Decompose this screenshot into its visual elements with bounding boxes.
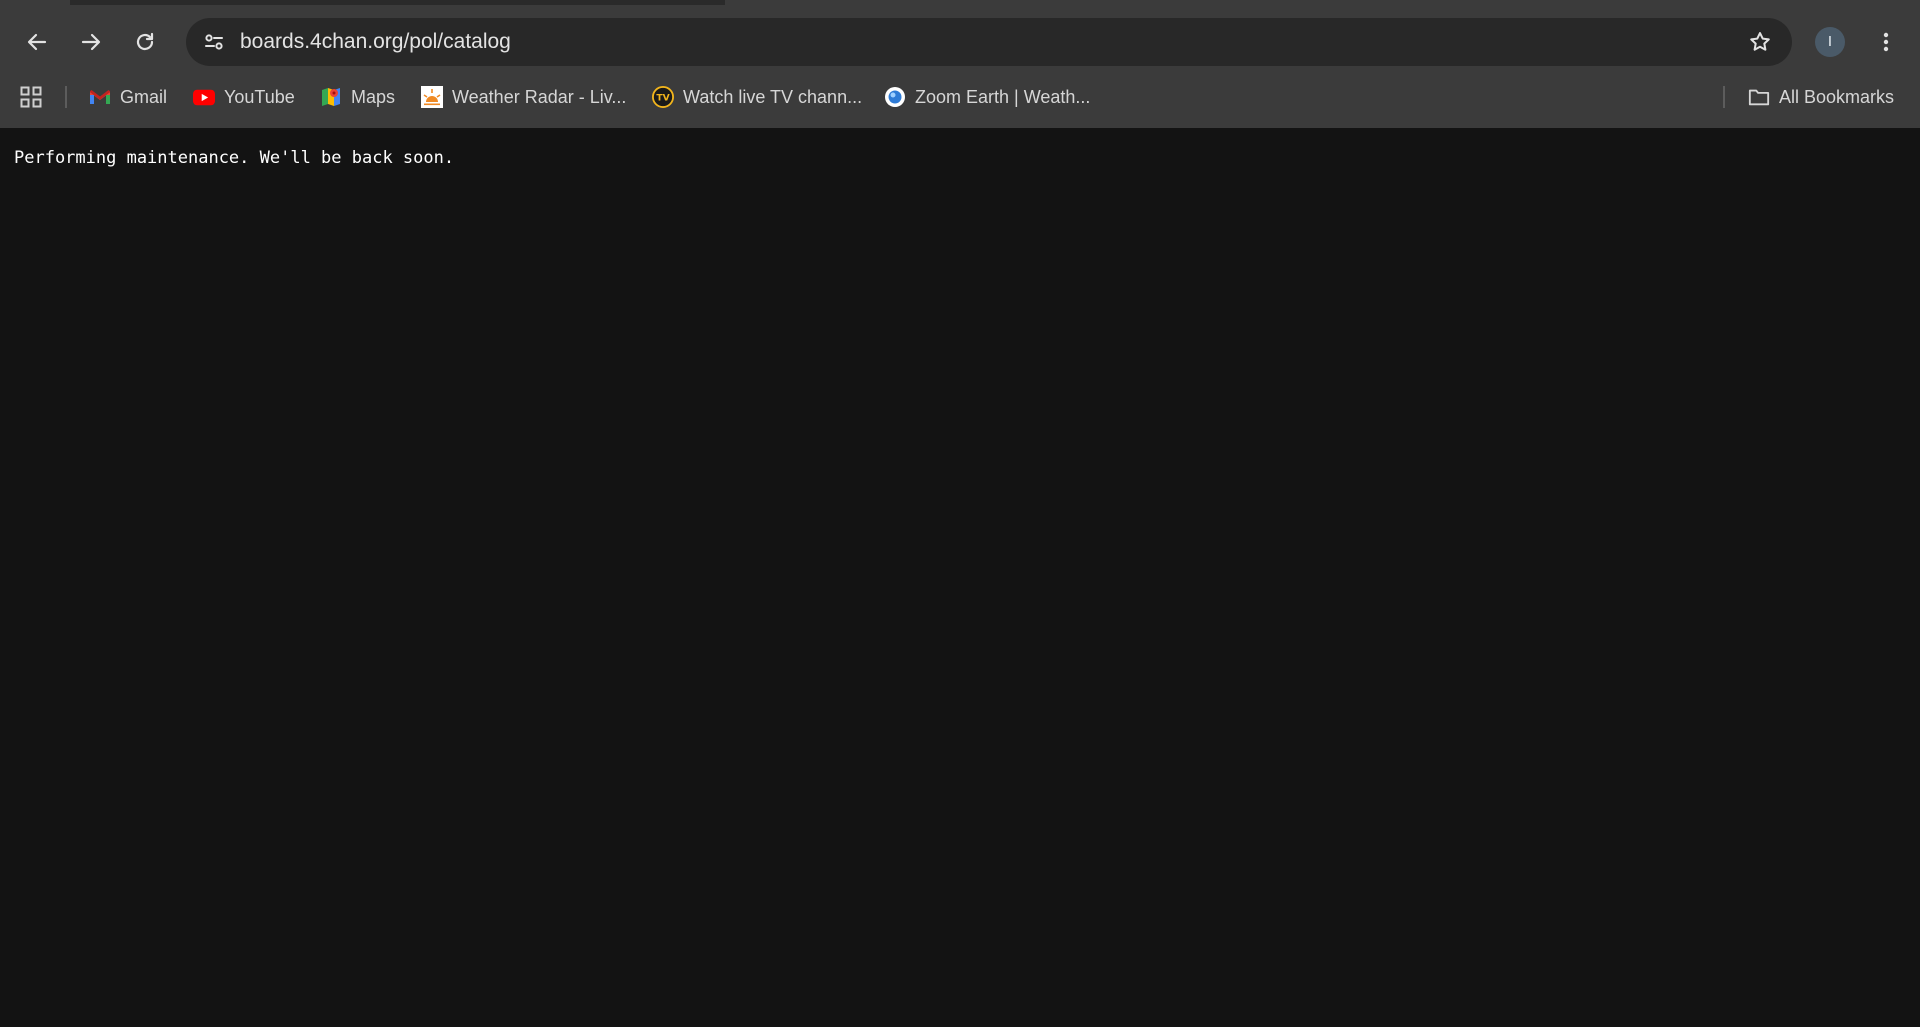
- reload-button[interactable]: [125, 22, 165, 62]
- bookmark-star-button[interactable]: [1740, 22, 1780, 62]
- youtube-icon: [193, 86, 215, 108]
- apps-grid-icon: [20, 86, 42, 108]
- maps-icon: [320, 86, 342, 108]
- tab-edge: [0, 0, 70, 5]
- browser-menu-button[interactable]: [1869, 22, 1903, 62]
- active-tab-edge: [725, 0, 1920, 5]
- maintenance-message: Performing maintenance. We'll be back so…: [14, 148, 455, 168]
- weather-radar-icon: [421, 86, 443, 108]
- bookmark-label: Maps: [351, 86, 396, 107]
- svg-text:TV: TV: [656, 93, 670, 104]
- reload-icon: [136, 32, 154, 51]
- bookmark-live-tv[interactable]: TV Watch live TV chann...: [652, 81, 862, 113]
- bookmark-zoom-earth[interactable]: Zoom Earth | Weath...: [884, 81, 1090, 113]
- browser-toolbar: boards.4chan.org/pol/catalog I Gmail You…: [0, 0, 1920, 128]
- profile-avatar[interactable]: I: [1815, 27, 1845, 57]
- bookmark-label: Zoom Earth | Weath...: [915, 86, 1091, 107]
- url-text[interactable]: boards.4chan.org/pol/catalog: [240, 18, 511, 66]
- star-icon: [1750, 32, 1770, 51]
- bookmark-label: Gmail: [120, 86, 168, 107]
- apps-button[interactable]: [16, 82, 46, 112]
- arrow-right-icon: [81, 33, 101, 51]
- tune-icon: [205, 34, 223, 50]
- browser-window: boards.4chan.org/pol/catalog I Gmail You…: [0, 0, 1920, 1027]
- bookmark-weather-radar[interactable]: Weather Radar - Liv...: [421, 81, 626, 113]
- folder-icon: [1748, 86, 1770, 108]
- all-bookmarks-label: All Bookmarks: [1779, 86, 1895, 107]
- address-bar[interactable]: boards.4chan.org/pol/catalog: [186, 18, 1792, 66]
- bookmarks-separator: [1723, 86, 1725, 108]
- back-button[interactable]: [17, 22, 57, 62]
- kebab-menu-icon: [1883, 32, 1889, 52]
- arrow-left-icon: [27, 33, 47, 51]
- bookmark-label: Weather Radar - Liv...: [452, 86, 627, 107]
- site-info-button[interactable]: [194, 22, 234, 62]
- bookmark-maps[interactable]: Maps: [320, 81, 395, 113]
- gmail-icon: [89, 86, 111, 108]
- bookmark-youtube[interactable]: YouTube: [193, 81, 295, 113]
- tab-strip-edge: [0, 0, 1920, 5]
- zoom-earth-icon: [884, 86, 906, 108]
- tv-icon: TV: [652, 86, 674, 108]
- bookmarks-separator: [65, 86, 67, 108]
- bookmark-gmail[interactable]: Gmail: [89, 81, 167, 113]
- bookmark-label: Watch live TV chann...: [683, 86, 863, 107]
- all-bookmarks-button[interactable]: All Bookmarks: [1748, 81, 1894, 113]
- page-content: Performing maintenance. We'll be back so…: [0, 128, 1920, 1027]
- bookmarks-bar: Gmail YouTube Maps Weather Radar - Liv..…: [0, 78, 1920, 116]
- forward-button[interactable]: [71, 22, 111, 62]
- bookmark-label: YouTube: [224, 86, 295, 107]
